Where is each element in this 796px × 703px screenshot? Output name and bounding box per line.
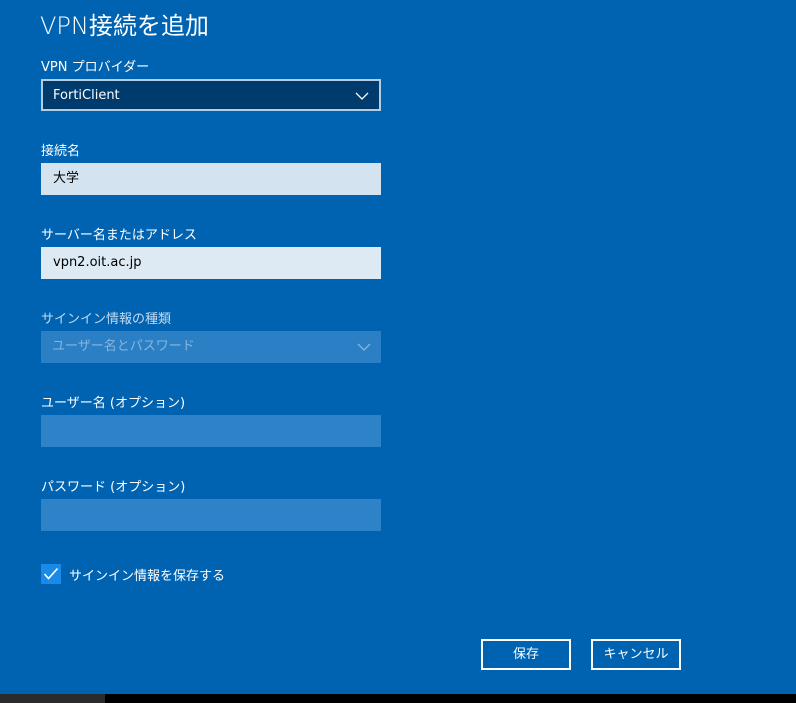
server-label: サーバー名またはアドレス <box>41 228 197 243</box>
chevron-down-icon <box>355 92 369 100</box>
connection-name-input[interactable]: 大学 <box>41 163 381 195</box>
password-label: パスワード (オプション) <box>41 480 186 495</box>
username-label: ユーザー名 (オプション) <box>41 396 186 411</box>
password-input[interactable] <box>41 499 381 531</box>
remember-signin-checkbox[interactable] <box>41 564 61 584</box>
provider-select[interactable]: FortiClient <box>41 79 381 111</box>
save-button[interactable]: 保存 <box>481 639 571 670</box>
chevron-down-icon <box>357 343 371 351</box>
provider-label: VPN プロバイダー <box>41 60 150 75</box>
checkmark-icon <box>43 567 59 580</box>
add-vpn-dialog: VPN接続を追加 VPN プロバイダー FortiClient 接続名 大学 サ… <box>0 0 796 694</box>
taskbar-strip <box>0 694 796 703</box>
cancel-button[interactable]: キャンセル <box>591 639 681 670</box>
username-input[interactable] <box>41 415 381 447</box>
connection-name-label: 接続名 <box>41 144 81 159</box>
taskbar-segment <box>0 694 105 703</box>
server-address-input[interactable]: vpn2.oit.ac.jp <box>41 247 381 279</box>
signin-type-select: ユーザー名とパスワード <box>41 331 381 363</box>
dialog-title: VPN接続を追加 <box>40 12 209 40</box>
remember-signin-label: サインイン情報を保存する <box>69 569 226 584</box>
provider-value: FortiClient <box>53 88 120 103</box>
signin-type-value: ユーザー名とパスワード <box>52 339 195 354</box>
signin-type-label: サインイン情報の種類 <box>41 312 172 327</box>
